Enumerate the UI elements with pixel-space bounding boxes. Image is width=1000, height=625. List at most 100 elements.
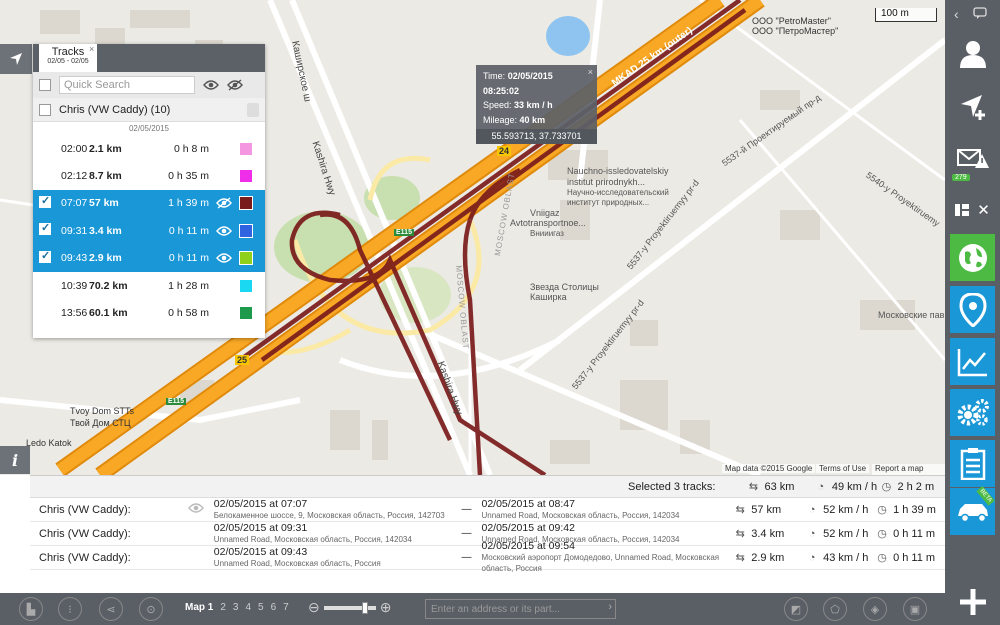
map-tab[interactable]: 3 [233,602,239,613]
track-visibility-eye-icon[interactable] [216,197,232,210]
zoom-slider[interactable] [323,601,376,614]
track-start-time: 07:07 [61,197,88,210]
result-vehicle-name: Chris (VW Caddy): [39,503,131,516]
map-1-tab[interactable]: Map 1 [185,602,213,613]
track-color-swatch[interactable] [239,223,253,238]
track-checkbox[interactable] [39,249,51,263]
map-tab[interactable]: 5 [258,602,264,613]
address-search-input[interactable] [425,599,616,619]
vehicles-button[interactable]: BETA [950,486,995,535]
track-row[interactable]: 09:31 3.4 km 0 h 11 m [33,217,265,245]
track-color-swatch[interactable] [239,306,253,321]
track-duration: 0 h 11 m [168,224,209,237]
selected-tracks-summary: Selected 3 tracks: ⇆ 63 km ◔ 49 km / h ◷ 2 … [30,476,945,498]
track-visibility-eye-icon[interactable] [216,252,232,264]
tab-close-icon[interactable]: × [89,44,94,54]
chat-icon[interactable] [973,7,987,19]
track-start-time: 10:39 [61,279,88,292]
zoom-in-icon[interactable]: ⊕ [380,599,392,616]
zoom-out-icon[interactable]: ⊖ [308,599,320,616]
track-group-row[interactable]: Chris (VW Caddy) (10) [33,98,265,122]
share-icon: ⋖ [106,603,116,616]
info-icon: i [11,450,19,470]
track-row[interactable]: 09:43 2.9 km 0 h 11 m [33,244,265,272]
location-button[interactable]: ⊙ [139,597,163,621]
result-vehicle-name: Chris (VW Caddy): [39,527,131,540]
pin-icon: ⊙ [146,603,156,616]
places-button[interactable] [950,286,995,333]
fullscreen-button[interactable]: ▣ [903,597,927,621]
terms-link[interactable]: Terms of Use [816,464,870,473]
tab-tracks-dates: 02/05 - 02/05 [47,58,89,65]
track-checkbox[interactable] [39,194,51,208]
result-start-address: Белокаменное шоссе, 9, Московская област… [213,510,445,520]
poi-label: Звезда Столицы [530,282,599,292]
reports-chart-button[interactable] [950,338,995,385]
track-result-row[interactable]: Chris (VW Caddy): 02/05/2015 at 09:43 Unn… [30,541,945,573]
profile-button[interactable] [950,29,995,76]
gears-icon [957,398,989,426]
close-panel-icon[interactable]: ✕ [977,201,990,219]
lake-area [546,16,590,56]
map-tab[interactable]: 7 [283,602,289,613]
clock-icon: ◷ [877,552,887,564]
add-navigation-button[interactable] [950,83,995,130]
map-globe-button[interactable] [950,234,995,281]
track-color-swatch[interactable] [239,169,253,184]
map-tab[interactable]: 4 [245,602,251,613]
result-start-address: Unnamed Road, Московская область, Россия [213,558,381,568]
settings-button[interactable] [950,389,995,436]
track-color-swatch[interactable] [239,141,253,156]
track-color-swatch[interactable] [239,251,253,266]
result-speed: 52 km / h [823,503,869,516]
layers-button[interactable]: ◈ [863,597,887,621]
locate-button[interactable] [0,44,32,74]
tab-tracks[interactable]: Tracks 02/05 - 02/05 × [39,44,97,72]
track-row[interactable]: 13:56 60.1 km 0 h 58 m [33,299,265,326]
result-speed: 52 km / h [823,527,869,540]
track-visibility-eye-icon[interactable] [216,225,232,237]
map-tab[interactable]: 6 [271,602,277,613]
track-checkbox[interactable] [39,221,51,236]
collapse-chevron-icon[interactable]: ‹ [954,6,959,22]
info-button[interactable]: i [0,446,30,474]
quick-search-input[interactable] [59,76,195,94]
result-eye-icon[interactable] [187,502,204,514]
search-go-icon[interactable]: › [608,601,612,613]
map-ruler-button[interactable]: ▙ [19,597,43,621]
track-duration: 0 h 11 m [168,252,209,265]
track-color-swatch[interactable] [239,196,253,211]
add-button[interactable] [950,578,995,625]
poi-label: Научно-исследовательский [567,188,669,197]
tasks-button[interactable] [950,440,995,487]
zoom-slider-handle[interactable] [361,601,368,614]
result-duration: 0 h 11 m [893,527,936,540]
messages-button[interactable]: 279 [950,136,995,183]
result-vehicle-name: Chris (VW Caddy): [39,551,131,564]
summary-speed: 49 km / h [831,480,878,493]
geofence-button[interactable]: ⬠ [823,597,847,621]
share-button[interactable]: ⋖ [99,597,123,621]
right-sidebar: ‹ 279 ✕ BETA [945,0,1000,625]
track-row[interactable]: 07:07 57 km 1 h 39 m [33,189,265,218]
traffic-button[interactable]: ⁝ [58,597,82,621]
track-row[interactable]: 10:39 70.2 km 1 h 28 m [33,272,265,299]
track-row[interactable]: 02:00 2.1 km 0 h 8 m [33,135,265,162]
select-all-checkbox[interactable] [39,79,51,91]
group-checkbox[interactable] [39,103,51,116]
tooltip-close-icon[interactable]: × [588,65,593,80]
track-color-swatch[interactable] [239,278,253,293]
speedometer-icon: ◔ [808,527,816,540]
layout-icon[interactable] [955,204,970,216]
map-tab[interactable]: 2 [220,602,226,613]
draw-button[interactable]: ◩ [784,597,808,621]
report-error-link[interactable]: Report a map error [872,464,945,475]
track-row[interactable]: 02:12 8.7 km 0 h 35 m [33,162,265,189]
track-result-row[interactable]: Chris (VW Caddy): 02/05/2015 at 07:07 Бел… [30,498,945,522]
road-shield: E115 [394,229,414,236]
result-start-time: 02/05/2015 at 09:31 [213,521,308,534]
clock-icon: ◷ [877,504,887,516]
hide-all-eye-icon[interactable] [227,79,243,91]
tracks-panel-header: Tracks 02/05 - 02/05 × [33,44,265,72]
show-all-eye-icon[interactable] [203,79,219,91]
